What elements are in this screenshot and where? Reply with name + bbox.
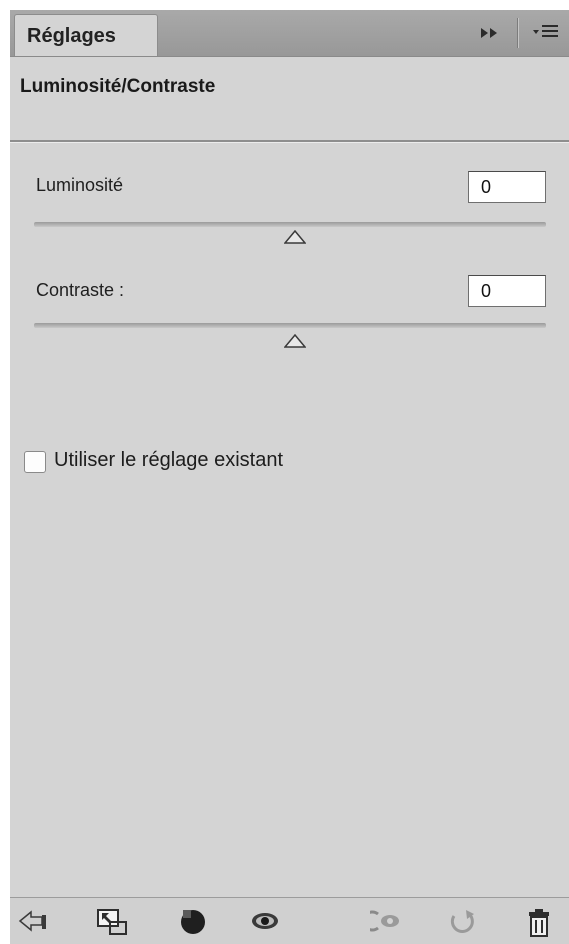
panel-menu-icon[interactable]: [533, 24, 559, 40]
tab-reglages[interactable]: Réglages: [14, 14, 158, 56]
brightness-slider-track[interactable]: [34, 222, 546, 227]
brightness-input[interactable]: 0: [468, 171, 546, 203]
use-legacy-label: Utiliser le réglage existant: [54, 449, 283, 471]
tab-bar-divider: [517, 18, 519, 48]
contrast-input[interactable]: 0: [468, 275, 546, 307]
layer-mask-icon[interactable]: [178, 908, 208, 934]
brightness-label: Luminosité: [36, 175, 124, 195]
back-arrow-icon[interactable]: [18, 908, 48, 934]
reset-icon[interactable]: [448, 908, 478, 934]
panel-tab-bar: Réglages: [10, 10, 569, 57]
contrast-label: Contraste :: [36, 280, 125, 300]
tab-label: Réglages: [27, 25, 116, 47]
collapse-icon[interactable]: [481, 24, 499, 40]
contrast-slider-track[interactable]: [34, 323, 546, 328]
contrast-slider-thumb[interactable]: [283, 333, 307, 348]
visibility-eye-icon[interactable]: [250, 908, 280, 934]
clip-to-layer-icon[interactable]: [96, 908, 127, 935]
view-previous-state-icon[interactable]: [361, 908, 400, 934]
delete-trash-icon[interactable]: [526, 908, 556, 937]
adjustments-panel: Réglages Luminosité/Contraste Luminosité…: [10, 10, 569, 944]
use-legacy-checkbox[interactable]: [24, 451, 46, 473]
brightness-slider-thumb[interactable]: [283, 229, 307, 244]
header-divider: [10, 140, 569, 143]
adjustment-title: Luminosité/Contraste: [20, 76, 216, 97]
panel-footer-toolbar: [10, 897, 569, 944]
